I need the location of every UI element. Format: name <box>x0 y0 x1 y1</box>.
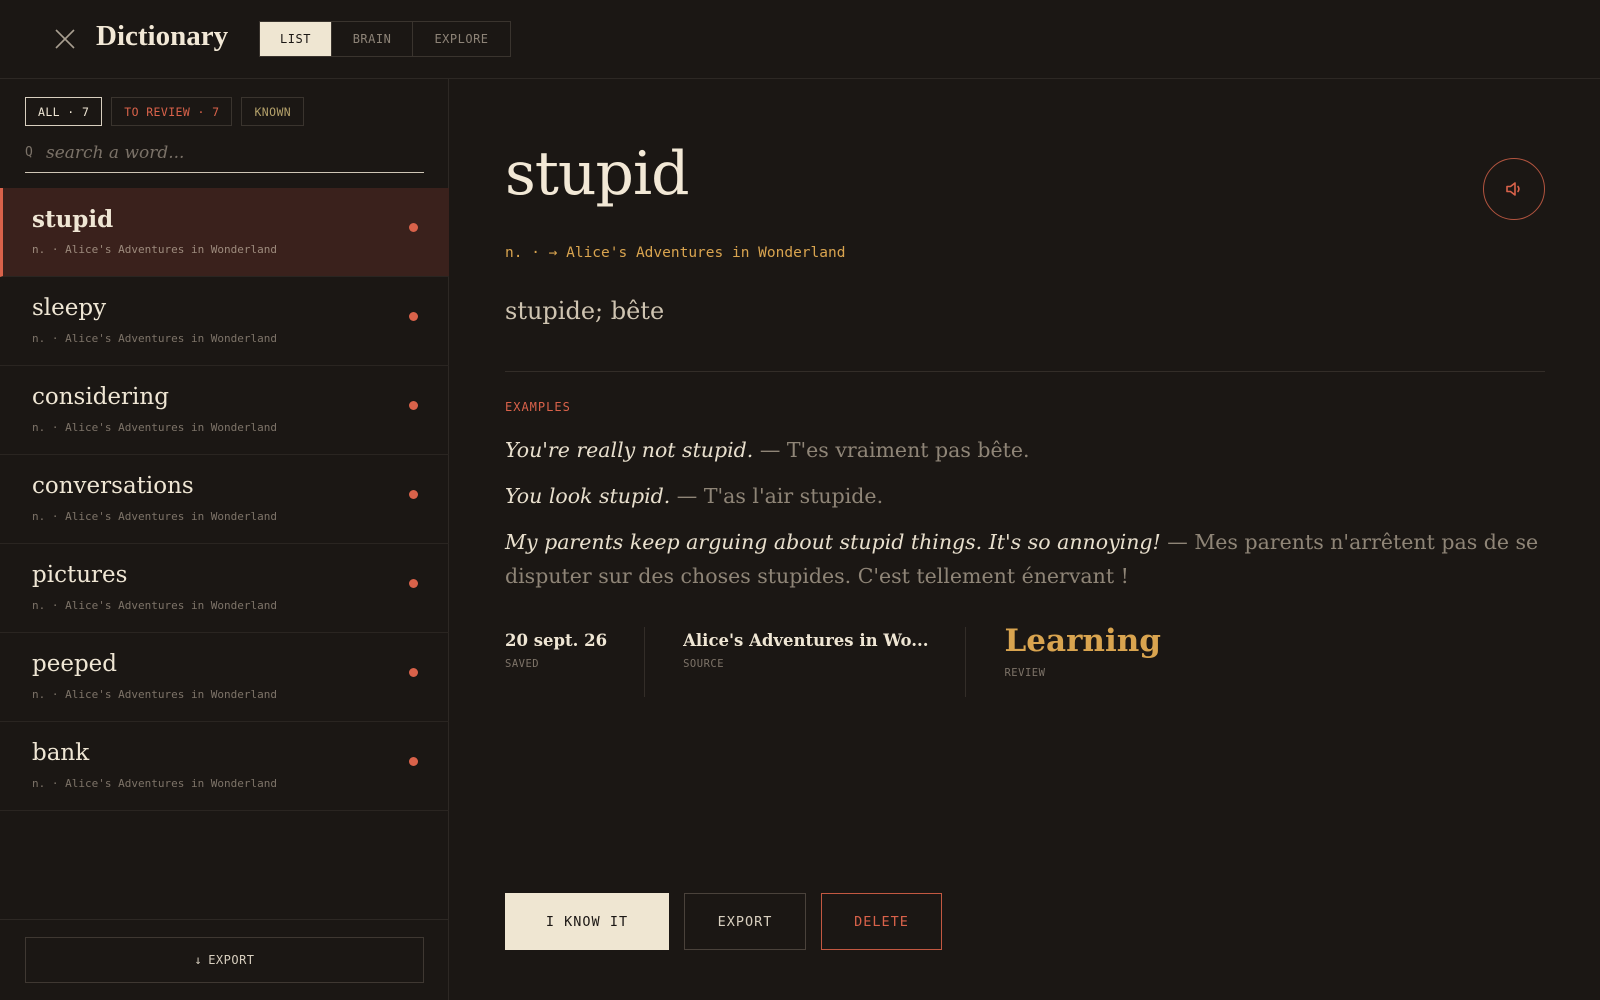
word-list-word: bank <box>32 740 90 766</box>
example-sentence: You look stupid. — T'as l'air stupide. <box>505 479 1550 513</box>
word-list-meta: n. · Alice's Adventures in Wonderland <box>32 510 278 523</box>
word-detail: stupid n. · → Alice's Adventures in Wond… <box>450 79 1600 1000</box>
review-status-dot <box>409 490 418 499</box>
search-bar: Q <box>25 133 424 173</box>
example-translation: — T'as l'air stupide. <box>670 484 884 508</box>
word-list-item[interactable]: considering n. · Alice's Adventures in Wo… <box>0 366 449 455</box>
review-status-dot <box>409 579 418 588</box>
review-status-dot <box>409 223 418 232</box>
close-icon[interactable] <box>53 27 77 51</box>
word-list-word: considering <box>32 384 169 410</box>
source-label: SOURCE <box>683 658 725 670</box>
word-list-word: peeped <box>32 651 118 677</box>
app-title: Dictionary <box>96 20 229 52</box>
example-english: My parents keep arguing about stupid thi… <box>505 530 1161 554</box>
search-input[interactable] <box>46 142 424 163</box>
filter-chips: ALL · 7 TO REVIEW · 7 KNOWN <box>25 97 305 126</box>
filter-all[interactable]: ALL · 7 <box>25 97 103 126</box>
example-english: You're really not stupid. <box>505 438 754 462</box>
word-list-item[interactable]: peeped n. · Alice's Adventures in Wonderl… <box>0 633 449 722</box>
export-list-label: EXPORT <box>208 953 255 967</box>
filter-to-review[interactable]: TO REVIEW · 7 <box>111 97 233 126</box>
review-status: Learning <box>1004 623 1161 659</box>
stat-source: Alice's Adventures in Wo... SOURCE <box>683 627 967 697</box>
delete-button[interactable]: DELETE <box>821 893 942 950</box>
examples-list: You're really not stupid. — T'es vraimen… <box>505 433 1550 605</box>
review-status-dot <box>409 757 418 766</box>
word-list-item[interactable]: conversations n. · Alice's Adventures in … <box>0 455 449 544</box>
word-list-meta: n. · Alice's Adventures in Wonderland <box>32 421 278 434</box>
i-know-it-button[interactable]: I KNOW IT <box>505 893 669 950</box>
word-list-meta: n. · Alice's Adventures in Wonderland <box>32 688 278 701</box>
speaker-icon <box>1506 182 1520 196</box>
word-list-item[interactable]: pictures n. · Alice's Adventures in Wonde… <box>0 544 449 633</box>
word-list-item[interactable]: stupid n. · Alice's Adventures in Wonderl… <box>0 188 449 277</box>
example-translation: — T'es vraiment pas bête. <box>753 438 1030 462</box>
review-status-dot <box>409 312 418 321</box>
example-english: You look stupid. <box>505 484 671 508</box>
divider <box>505 371 1545 372</box>
stat-review: Learning REVIEW <box>1004 623 1197 697</box>
word-list-meta: n. · Alice's Adventures in Wonderland <box>32 243 278 256</box>
part-of-speech-source: n. · → Alice's Adventures in Wonderland <box>505 245 846 261</box>
tab-brain[interactable]: BRAIN <box>331 22 412 56</box>
tab-list[interactable]: LIST <box>260 22 331 56</box>
word-list-word: conversations <box>32 473 194 499</box>
arrow-down-icon: ↓ <box>194 953 203 967</box>
word-list: stupid n. · Alice's Adventures in Wonderl… <box>0 188 449 811</box>
word-actions: I KNOW IT EXPORT DELETE <box>505 893 942 950</box>
examples-heading: EXAMPLES <box>505 400 571 414</box>
word-list-item[interactable]: sleepy n. · Alice's Adventures in Wonderl… <box>0 277 449 366</box>
word-stats: 20 sept. 26 SAVED Alice's Adventures in … <box>505 623 1236 699</box>
source-title: Alice's Adventures in Wo... <box>683 631 929 650</box>
stat-saved: 20 sept. 26 SAVED <box>505 627 646 697</box>
translation: stupide; bête <box>505 297 665 325</box>
review-status-dot <box>409 668 418 677</box>
view-tabs: LIST BRAIN EXPLORE <box>259 21 511 57</box>
export-button[interactable]: EXPORT <box>684 893 806 950</box>
word-list-word: stupid <box>32 206 114 233</box>
example-sentence: My parents keep arguing about stupid thi… <box>505 525 1550 593</box>
tab-explore[interactable]: EXPLORE <box>412 22 510 56</box>
export-list-button[interactable]: ↓ EXPORT <box>25 937 424 983</box>
search-icon: Q <box>25 145 33 160</box>
word-list-meta: n. · Alice's Adventures in Wonderland <box>32 332 278 345</box>
word-list-word: sleepy <box>32 295 107 321</box>
example-sentence: You're really not stupid. — T'es vraimen… <box>505 433 1550 467</box>
word-list-item[interactable]: bank n. · Alice's Adventures in Wonderlan… <box>0 722 449 811</box>
saved-date: 20 sept. 26 <box>505 631 608 650</box>
headword: stupid <box>505 139 690 209</box>
word-list-meta: n. · Alice's Adventures in Wonderland <box>32 599 278 612</box>
word-list-meta: n. · Alice's Adventures in Wonderland <box>32 777 278 790</box>
play-audio-button[interactable] <box>1483 158 1545 220</box>
sidebar-footer: ↓ EXPORT <box>0 919 449 1000</box>
word-sidebar: ALL · 7 TO REVIEW · 7 KNOWN Q stupid n. ·… <box>0 79 449 1000</box>
word-list-word: pictures <box>32 562 128 588</box>
filter-known[interactable]: KNOWN <box>241 97 305 126</box>
review-label: REVIEW <box>1004 667 1046 679</box>
saved-label: SAVED <box>505 658 540 670</box>
review-status-dot <box>409 401 418 410</box>
app-header: Dictionary LIST BRAIN EXPLORE <box>0 0 1600 79</box>
